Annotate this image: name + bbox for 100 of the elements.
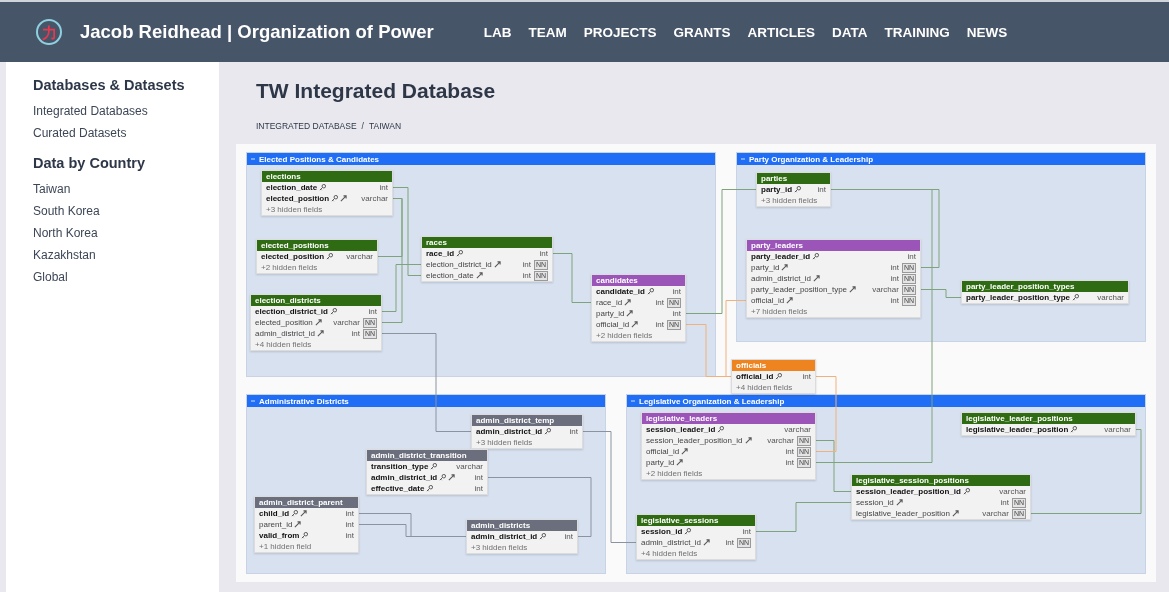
field-type: int xyxy=(539,249,548,258)
table-header: races xyxy=(422,237,552,248)
nav-link[interactable]: TRAINING xyxy=(884,24,950,40)
field-type: varchar xyxy=(346,252,373,261)
field-name: party_id xyxy=(596,309,625,318)
collapse-icon[interactable] xyxy=(741,157,745,161)
hidden-fields-note[interactable]: +2 hidden fields xyxy=(257,262,377,273)
group-header[interactable]: Legislative Organization & Leadership xyxy=(627,395,1145,407)
table-card[interactable]: admin_district_parent child_id int parent_id int valid_from int +1 hidden field xyxy=(254,496,359,553)
sidebar-heading: Data by Country xyxy=(33,154,146,172)
nav-link[interactable]: ARTICLES xyxy=(747,24,815,40)
hidden-fields-note[interactable]: +4 hidden fields xyxy=(251,339,381,350)
field-name: election_date xyxy=(266,183,318,192)
field-name: party_leader_position_type xyxy=(966,293,1071,302)
nav-link[interactable]: PROJECTS xyxy=(583,24,657,40)
field-type: varchar xyxy=(784,425,811,434)
nav-link[interactable]: LAB xyxy=(483,24,512,40)
hidden-fields-note[interactable]: +2 hidden fields xyxy=(592,330,685,341)
field-name: legislative_leader_position xyxy=(966,425,1069,434)
hidden-fields-note[interactable]: +2 hidden fields xyxy=(642,468,815,479)
field-name: party_id xyxy=(646,458,675,467)
field-type: int xyxy=(564,532,573,541)
field-type: varchar xyxy=(1097,293,1124,302)
group-header[interactable]: Party Organization & Leadership xyxy=(737,153,1145,165)
field-type: int xyxy=(672,287,681,296)
hidden-fields-note[interactable]: +3 hidden fields xyxy=(262,204,392,215)
field-name: session_leader_id xyxy=(646,425,716,434)
table-header: candidates xyxy=(592,275,685,286)
table-card[interactable]: admin_districts admin_district_id int +3 hidden fields xyxy=(466,519,578,554)
table-card[interactable]: elected_positions elected_position varchar +2 hidden fields xyxy=(256,239,378,274)
nav-link[interactable]: DATA xyxy=(831,24,868,40)
field-type: int xyxy=(890,296,899,305)
field-name: admin_district_id xyxy=(471,532,538,541)
sidebar-link[interactable]: Kazakhstan xyxy=(33,244,219,266)
sidebar-link[interactable]: North Korea xyxy=(33,222,219,244)
breadcrumb-link[interactable]: TAIWAN xyxy=(369,120,402,132)
sidebar-link[interactable]: South Korea xyxy=(33,200,219,222)
table-card[interactable]: admin_district_temp admin_district_id int +3 hidden fields xyxy=(471,414,583,449)
field-name: valid_from xyxy=(259,531,300,540)
field-name: party_leader_position_type xyxy=(751,285,848,294)
table-card[interactable]: party_leader_position_types party_leader_position_type varchar xyxy=(961,280,1129,304)
field-type: int xyxy=(890,263,899,272)
table-card[interactable]: admin_district_transition transition_type varchar admin_district_id int effective_date int xyxy=(366,449,488,495)
field-type: int xyxy=(907,252,916,261)
site-title[interactable]: Jacob Reidhead | Organization of Power xyxy=(80,21,434,43)
page-title: TW Integrated Database xyxy=(256,78,497,104)
table-header: party_leader_position_types xyxy=(962,281,1128,292)
field-name: session_leader_position_id xyxy=(856,487,961,496)
nav-link[interactable]: NEWS xyxy=(966,24,1008,40)
collapse-icon[interactable] xyxy=(631,399,635,403)
collapse-icon[interactable] xyxy=(251,399,255,403)
table-card[interactable]: parties party_id int +3 hidden fields xyxy=(756,172,831,207)
field-type: int xyxy=(817,185,826,194)
field-type: int xyxy=(890,274,899,283)
field-type: int xyxy=(802,372,811,381)
sidebar-link[interactable]: Integrated Databases xyxy=(33,100,219,122)
field-name: official_id xyxy=(646,447,680,456)
hidden-fields-note[interactable]: +3 hidden fields xyxy=(757,195,830,206)
hidden-fields-note[interactable]: +4 hidden fields xyxy=(637,548,755,559)
hidden-fields-note[interactable]: +1 hidden field xyxy=(255,541,358,552)
sidebar-link[interactable]: Curated Datasets xyxy=(33,122,219,144)
field-name: legislative_leader_position xyxy=(856,509,950,518)
field-type: varchar xyxy=(982,509,1009,518)
nav-link[interactable]: TEAM xyxy=(528,24,567,40)
table-card[interactable]: officials official_id int +4 hidden fields xyxy=(731,359,816,394)
field-name: official_id xyxy=(736,372,774,381)
field-type: int xyxy=(345,509,354,518)
nav-link[interactable]: GRANTS xyxy=(673,24,731,40)
table-card[interactable]: legislative_leader_positions legislative_leader_position varchar xyxy=(961,412,1136,436)
sidebar-link[interactable]: Global xyxy=(33,266,219,288)
field-type: int xyxy=(379,183,388,192)
field-type: int xyxy=(474,473,483,482)
hidden-fields-note[interactable]: +7 hidden fields xyxy=(747,306,920,317)
field-type: int xyxy=(522,271,531,280)
collapse-icon[interactable] xyxy=(251,157,255,161)
table-card[interactable]: elections election_date int elected_position varchar +3 hidden fields xyxy=(261,170,393,216)
table-header: election_districts xyxy=(251,295,381,306)
breadcrumb-link[interactable]: INTEGRATED DATABASE xyxy=(256,120,357,132)
field-name: elected_position xyxy=(266,194,330,203)
field-type: varchar xyxy=(333,318,360,327)
field-type: int xyxy=(1000,498,1009,507)
hidden-fields-note[interactable]: +3 hidden fields xyxy=(467,542,577,553)
field-name: party_id xyxy=(751,263,780,272)
group-header[interactable]: Elected Positions & Candidates xyxy=(247,153,715,165)
field-type: int xyxy=(522,260,531,269)
breadcrumb-separator: / xyxy=(361,120,364,132)
group-header[interactable]: Administrative Districts xyxy=(247,395,605,407)
field-type: varchar xyxy=(1104,425,1131,434)
field-type: int xyxy=(474,484,483,493)
hidden-fields-note[interactable]: +3 hidden fields xyxy=(472,437,582,448)
field-type: int xyxy=(672,309,681,318)
table-header: legislative_session_positions xyxy=(852,475,1030,486)
field-name: admin_district_id xyxy=(751,274,812,283)
sidebar-link[interactable]: Taiwan xyxy=(33,178,219,200)
field-name: child_id xyxy=(259,509,290,518)
table-header: admin_district_temp xyxy=(472,415,582,426)
hidden-fields-note[interactable]: +4 hidden fields xyxy=(732,382,815,393)
field-name: official_id xyxy=(596,320,630,329)
field-name: admin_district_id xyxy=(641,538,702,547)
field-name: parent_id xyxy=(259,520,293,529)
